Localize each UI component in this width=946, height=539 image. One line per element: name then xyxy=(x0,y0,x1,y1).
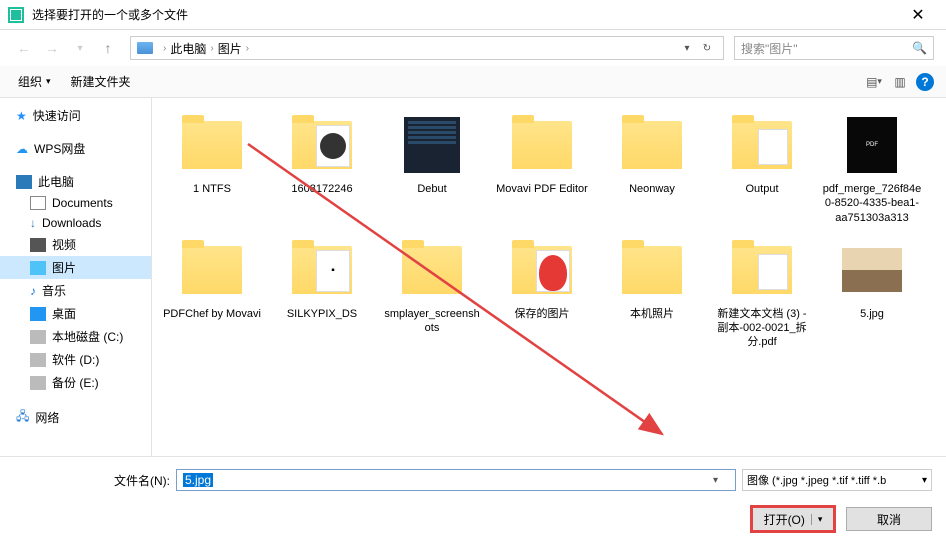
sidebar-music[interactable]: ♪音乐 xyxy=(0,279,151,302)
file-type-filter[interactable]: 图像 (*.jpg *.jpeg *.tif *.tiff *.b ▾ xyxy=(742,469,932,491)
sidebar-disk-c[interactable]: 本地磁盘 (C:) xyxy=(0,325,151,348)
file-thumbnail xyxy=(396,112,468,178)
cancel-button[interactable]: 取消 xyxy=(846,507,932,531)
file-label: SILKYPIX_DS xyxy=(287,307,357,321)
address-bar[interactable]: › 此电脑 › 图片 › ▾ ↻ xyxy=(130,36,724,60)
file-label: 1608172246 xyxy=(291,182,352,196)
file-label: Movavi PDF Editor xyxy=(496,182,588,196)
navigation-sidebar: ★快速访问 ☁WPS网盘 此电脑 Documents ↓Downloads 视频… xyxy=(0,98,152,456)
filename-dropdown-icon[interactable]: ▾ xyxy=(713,475,729,486)
file-thumbnail: PDF xyxy=(836,112,908,178)
file-item[interactable]: 1608172246 xyxy=(268,108,376,229)
sidebar-downloads[interactable]: ↓Downloads xyxy=(0,213,151,233)
filename-input[interactable]: 5.jpg ▾ xyxy=(176,469,736,491)
new-folder-button[interactable]: 新建文件夹 xyxy=(65,69,137,94)
file-thumbnail xyxy=(506,237,578,303)
file-thumbnail xyxy=(176,112,248,178)
file-label: 5.jpg xyxy=(860,307,884,321)
file-thumbnail xyxy=(506,112,578,178)
filename-value: 5.jpg xyxy=(183,473,213,487)
sidebar-this-pc[interactable]: 此电脑 xyxy=(0,170,151,193)
file-thumbnail xyxy=(836,237,908,303)
file-label: 新建文本文档 (3) - 副本-002-0021_拆分.pdf xyxy=(712,307,812,350)
file-item[interactable]: PDFpdf_merge_726f84e0-8520-4335-bea1-aa7… xyxy=(818,108,926,229)
file-item[interactable]: ▪ SILKYPIX_DS xyxy=(268,233,376,354)
file-label: PDFChef by Movavi xyxy=(163,307,261,321)
file-item[interactable]: 1 NTFS xyxy=(158,108,266,229)
file-item[interactable]: 5.jpg xyxy=(818,233,926,354)
nav-up-icon[interactable]: ↑ xyxy=(96,36,120,60)
sidebar-network[interactable]: 🖧网络 xyxy=(0,404,151,431)
sidebar-desktop[interactable]: 桌面 xyxy=(0,302,151,325)
breadcrumb-current[interactable]: 图片 xyxy=(218,40,242,57)
sidebar-documents[interactable]: Documents xyxy=(0,193,151,213)
file-item[interactable]: Movavi PDF Editor xyxy=(488,108,596,229)
file-label: Debut xyxy=(417,182,446,196)
file-item[interactable]: PDFChef by Movavi xyxy=(158,233,266,354)
address-refresh-icon[interactable]: ↻ xyxy=(697,43,717,54)
location-icon xyxy=(137,42,153,54)
search-input[interactable]: 搜索"图片" 🔍 xyxy=(734,36,934,60)
file-item[interactable]: 保存的图片 xyxy=(488,233,596,354)
file-thumbnail xyxy=(616,112,688,178)
file-label: Output xyxy=(745,182,778,196)
sidebar-pictures[interactable]: 图片 xyxy=(0,256,151,279)
file-item[interactable]: Debut xyxy=(378,108,486,229)
close-button[interactable]: ✕ xyxy=(898,0,938,30)
help-icon[interactable]: ? xyxy=(916,73,934,91)
sidebar-quick-access[interactable]: ★快速访问 xyxy=(0,104,151,127)
organize-menu[interactable]: 组织▾ xyxy=(12,69,57,94)
file-thumbnail xyxy=(396,237,468,303)
preview-pane-icon[interactable]: ▥ xyxy=(890,72,910,92)
file-thumbnail xyxy=(726,237,798,303)
file-item[interactable]: Neonway xyxy=(598,108,706,229)
file-grid[interactable]: 1 NTFS 1608172246 Debut Movavi PDF Editor Ne… xyxy=(152,98,946,456)
sidebar-videos[interactable]: 视频 xyxy=(0,233,151,256)
breadcrumb-root[interactable]: 此电脑 xyxy=(170,40,206,57)
file-thumbnail xyxy=(286,112,358,178)
nav-back-icon[interactable]: ← xyxy=(12,36,36,60)
address-dropdown-icon[interactable]: ▾ xyxy=(677,43,697,54)
file-thumbnail: ▪ xyxy=(286,237,358,303)
sidebar-disk-d[interactable]: 软件 (D:) xyxy=(0,348,151,371)
file-thumbnail xyxy=(176,237,248,303)
file-label: 1 NTFS xyxy=(193,182,231,196)
file-label: Neonway xyxy=(629,182,675,196)
app-icon xyxy=(8,7,24,23)
sidebar-wps[interactable]: ☁WPS网盘 xyxy=(0,137,151,160)
sidebar-disk-e[interactable]: 备份 (E:) xyxy=(0,371,151,394)
file-label: pdf_merge_726f84e0-8520-4335-bea1-aa7513… xyxy=(822,182,922,225)
file-label: 保存的图片 xyxy=(515,307,570,321)
file-thumbnail xyxy=(726,112,798,178)
search-icon[interactable]: 🔍 xyxy=(912,41,927,55)
file-thumbnail xyxy=(616,237,688,303)
file-item[interactable]: 新建文本文档 (3) - 副本-002-0021_拆分.pdf xyxy=(708,233,816,354)
file-label: smplayer_screenshots xyxy=(382,307,482,336)
window-title: 选择要打开的一个或多个文件 xyxy=(32,6,898,23)
open-button[interactable]: 打开(O)▾ xyxy=(750,505,836,533)
file-label: 本机照片 xyxy=(630,307,674,321)
file-item[interactable]: smplayer_screenshots xyxy=(378,233,486,354)
view-icon[interactable]: ▤ ▾ xyxy=(864,72,884,92)
search-placeholder: 搜索"图片" xyxy=(741,40,912,57)
nav-dropdown-icon[interactable]: ▾ xyxy=(68,36,92,60)
nav-forward-icon[interactable]: → xyxy=(40,36,64,60)
file-item[interactable]: 本机照片 xyxy=(598,233,706,354)
file-item[interactable]: Output xyxy=(708,108,816,229)
filename-label: 文件名(N): xyxy=(114,472,170,489)
